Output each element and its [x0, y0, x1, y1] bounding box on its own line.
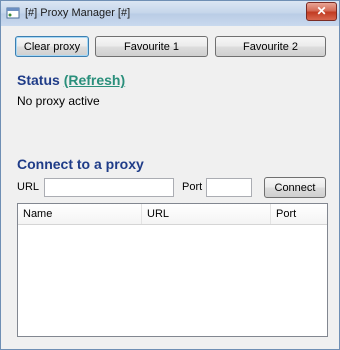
proxy-list-header: Name URL Port — [18, 204, 327, 225]
column-header-name[interactable]: Name — [18, 204, 142, 224]
close-button[interactable]: ✕ — [306, 2, 337, 21]
connect-heading: Connect to a proxy — [17, 156, 144, 172]
close-icon: ✕ — [316, 4, 327, 18]
url-input[interactable] — [44, 178, 174, 197]
favourite-1-button[interactable]: Favourite 1 — [95, 36, 208, 57]
connect-button[interactable]: Connect — [264, 177, 326, 198]
client-area: Clear proxy Favourite 1 Favourite 2 Stat… — [8, 27, 332, 341]
window-title: [#] Proxy Manager [#] — [25, 7, 131, 19]
favourite-2-button[interactable]: Favourite 2 — [215, 36, 326, 57]
app-window-icon — [6, 7, 20, 19]
status-heading: Status (Refresh) — [17, 72, 125, 88]
title-bar[interactable]: [#] Proxy Manager [#] ✕ — [1, 1, 339, 26]
clear-proxy-button[interactable]: Clear proxy — [15, 36, 89, 57]
port-input[interactable] — [206, 178, 252, 197]
port-label: Port — [182, 181, 203, 193]
refresh-link[interactable]: (Refresh) — [64, 72, 125, 88]
proxy-manager-window: [#] Proxy Manager [#] ✕ Clear proxy Favo… — [0, 0, 340, 350]
column-header-url[interactable]: URL — [142, 204, 271, 224]
proxy-list[interactable]: Name URL Port — [17, 203, 328, 337]
status-heading-label: Status — [17, 72, 60, 88]
column-header-port[interactable]: Port — [271, 204, 327, 224]
status-text: No proxy active — [17, 94, 100, 108]
url-label: URL — [17, 181, 40, 193]
